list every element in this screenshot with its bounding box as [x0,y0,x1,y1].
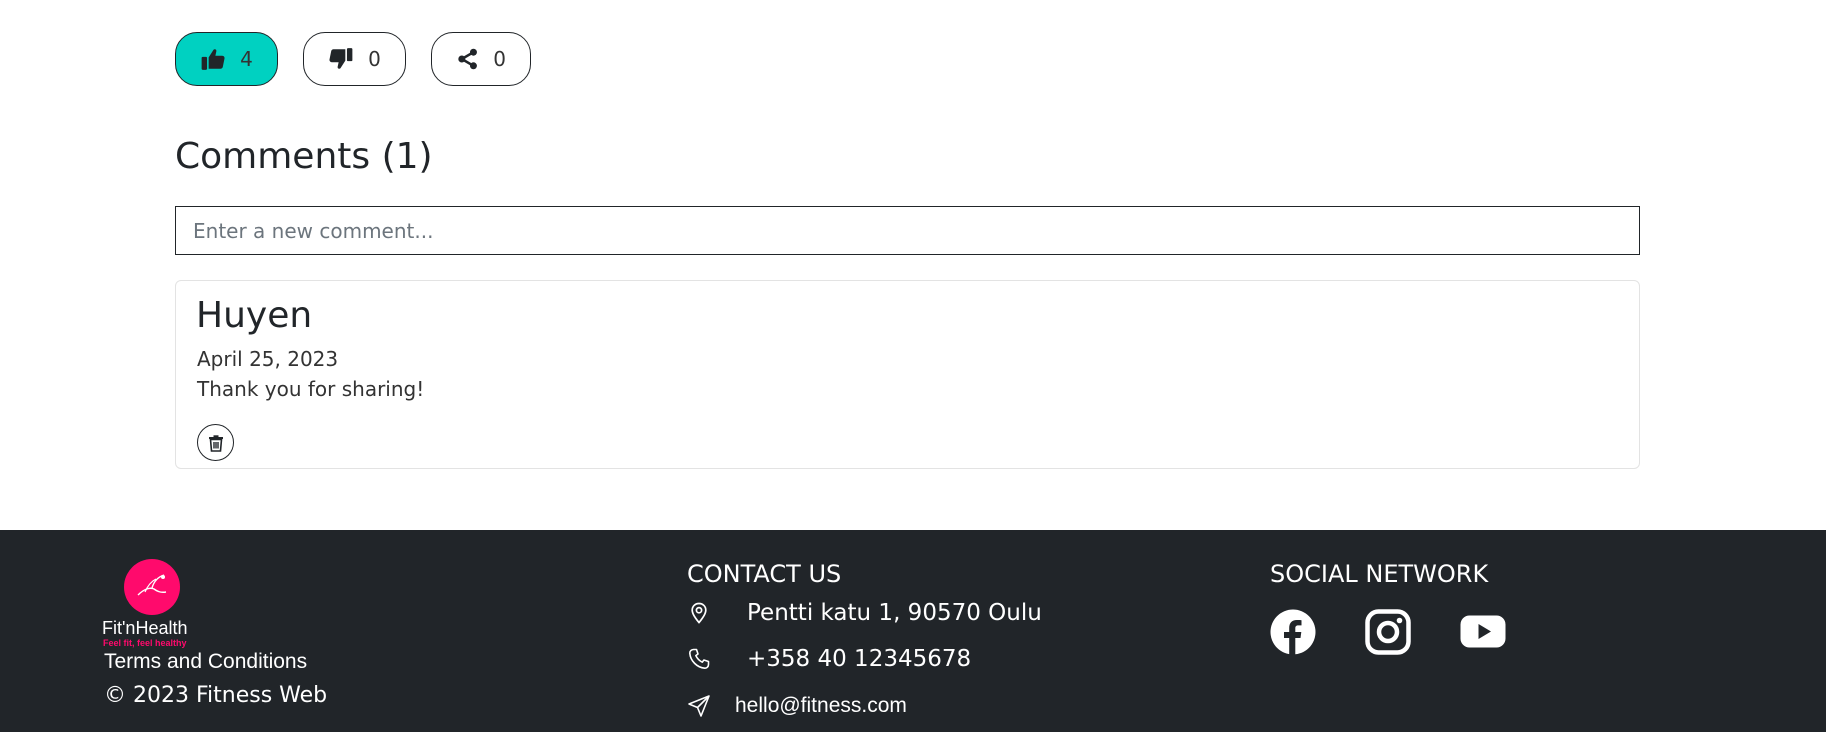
contact-heading: CONTACT US [687,560,842,588]
address-text: Pentti katu 1, 90570 Oulu [747,600,1042,626]
site-footer: Fit'nHealth Feel fit, feel healthy Terms… [0,530,1826,732]
dislike-button[interactable]: 0 [303,32,406,86]
phone-icon [688,648,710,670]
phone-text: +358 40 12345678 [747,646,972,672]
comment-author: Huyen [196,295,313,336]
map-pin-icon [691,602,707,624]
email-text[interactable]: hello@fitness.com [735,694,907,718]
contact-phone: +358 40 12345678 [687,646,971,672]
brand-name: Fit'nHealth [102,618,188,638]
comment-date: April 25, 2023 [197,347,339,371]
youtube-icon [1460,615,1506,648]
logo-mark [124,559,180,615]
delete-comment-button[interactable] [197,424,234,461]
like-count: 4 [240,47,253,71]
contact-address: Pentti katu 1, 90570 Oulu [687,600,1042,626]
contact-email: hello@fitness.com [687,694,907,718]
social-links [1270,609,1506,655]
thumbs-up-icon [201,49,225,70]
send-icon [688,695,710,717]
trash-icon [208,434,223,452]
comment-input[interactable] [175,206,1640,255]
thumbs-down-icon [329,48,353,69]
instagram-icon [1365,609,1411,655]
comments-heading: Comments (1) [175,136,433,177]
comment-card: Huyen April 25, 2023 Thank you for shari… [175,280,1640,469]
like-button[interactable]: 4 [175,32,278,86]
dislike-count: 0 [368,47,381,71]
share-count: 0 [493,47,506,71]
share-button[interactable]: 0 [431,32,531,86]
share-icon [458,48,477,70]
brand-tagline: Feel fit, feel healthy [103,638,187,648]
terms-link[interactable]: Terms and Conditions [104,650,307,674]
instagram-link[interactable] [1365,609,1411,655]
facebook-link[interactable] [1270,609,1316,655]
comment-text: Thank you for sharing! [197,377,425,401]
facebook-icon [1270,609,1316,655]
social-heading: SOCIAL NETWORK [1270,560,1489,588]
copyright-text: © 2023 Fitness Web [104,683,328,708]
reaction-bar: 4 0 0 [175,32,531,86]
runner-icon [137,574,167,596]
youtube-link[interactable] [1460,609,1506,655]
